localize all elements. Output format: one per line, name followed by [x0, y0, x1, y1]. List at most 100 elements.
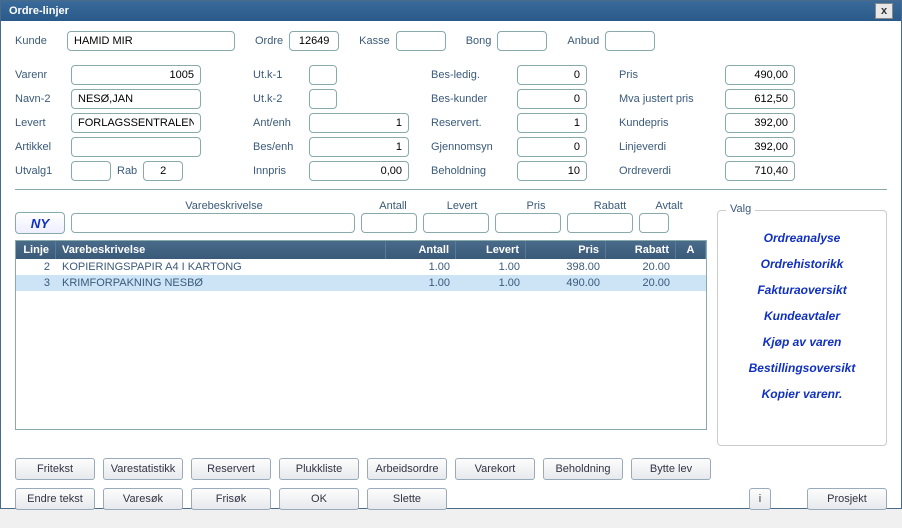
mva-label: Mva justert pris	[619, 93, 719, 105]
ordre-input[interactable]	[289, 31, 339, 51]
besenh-input[interactable]	[309, 137, 409, 157]
valg-link-kopier-varenr[interactable]: Kopier varenr.	[722, 387, 882, 401]
kasse-label: Kasse	[359, 35, 390, 47]
valg-panel: Valg Ordreanalyse Ordrehistorikk Faktura…	[717, 210, 887, 446]
varestatistikk-button[interactable]: Varestatistikk	[103, 458, 183, 480]
utk2-label: Ut.k-2	[253, 93, 303, 105]
ok-button[interactable]: OK	[279, 488, 359, 510]
bytte-lev-button[interactable]: Bytte lev	[631, 458, 711, 480]
col-levert: Levert	[427, 200, 497, 212]
gjennomsyn-label: Gjennomsyn	[431, 141, 511, 153]
gjennomsyn-input[interactable]	[517, 137, 587, 157]
valg-link-kjop-av-varen[interactable]: Kjøp av varen	[722, 335, 882, 349]
window-title: Ordre-linjer	[9, 5, 69, 17]
beholdning-input[interactable]	[517, 161, 587, 181]
utvalg1-input[interactable]	[71, 161, 111, 181]
valg-link-bestillingsoversikt[interactable]: Bestillingsoversikt	[722, 361, 882, 375]
order-lines-window: Ordre-linjer x Kunde Ordre Kasse Bong An…	[0, 0, 902, 509]
beskunder-input[interactable]	[517, 89, 587, 109]
entry-levert[interactable]	[423, 213, 489, 233]
ordreverdi-input[interactable]	[725, 161, 795, 181]
kundepris-input[interactable]	[725, 113, 795, 133]
button-rows: Fritekst Varestatistikk Reservert Plukkl…	[15, 458, 887, 510]
entry-rabatt[interactable]	[567, 213, 633, 233]
table-row[interactable]: 2 KOPIERINGSPAPIR A4 I KARTONG 1.00 1.00…	[16, 259, 706, 275]
artikkel-label: Artikkel	[15, 141, 65, 153]
antenh-label: Ant/enh	[253, 117, 303, 129]
kunde-label: Kunde	[15, 35, 61, 47]
besledig-input[interactable]	[517, 65, 587, 85]
linjeverdi-input[interactable]	[725, 137, 795, 157]
mva-input[interactable]	[725, 89, 795, 109]
entry-pris[interactable]	[495, 213, 561, 233]
ny-button[interactable]: NY	[15, 212, 65, 234]
order-lines-table[interactable]: Linje Varebeskrivelse Antall Levert Pris…	[15, 240, 707, 430]
th-pris: Pris	[526, 241, 606, 259]
separator	[15, 189, 887, 190]
navn2-label: Navn-2	[15, 93, 65, 105]
valg-link-fakturaoversikt[interactable]: Fakturaoversikt	[722, 283, 882, 297]
rab-label: Rab	[117, 165, 137, 177]
kunde-input[interactable]	[67, 31, 235, 51]
entry-avtalt[interactable]	[639, 213, 669, 233]
th-levert: Levert	[456, 241, 526, 259]
rab-input[interactable]	[143, 161, 183, 181]
reservert-input[interactable]	[517, 113, 587, 133]
table-row[interactable]: 3 KRIMFORPAKNING NESBØ 1.00 1.00 490.00 …	[16, 275, 706, 291]
besledig-label: Bes-ledig.	[431, 69, 511, 81]
frisok-button[interactable]: Frisøk	[191, 488, 271, 510]
valg-link-ordrehistorikk[interactable]: Ordrehistorikk	[722, 257, 882, 271]
utk1-label: Ut.k-1	[253, 69, 303, 81]
th-antall: Antall	[386, 241, 456, 259]
col-rabatt: Rabatt	[575, 200, 645, 212]
bong-input[interactable]	[497, 31, 547, 51]
innpris-input[interactable]	[309, 161, 409, 181]
table-header: Linje Varebeskrivelse Antall Levert Pris…	[16, 241, 706, 259]
innpris-label: Innpris	[253, 165, 303, 177]
valg-link-ordreanalyse[interactable]: Ordreanalyse	[722, 231, 882, 245]
pris-label: Pris	[619, 69, 719, 81]
slette-button[interactable]: Slette	[367, 488, 447, 510]
th-rabatt: Rabatt	[606, 241, 676, 259]
valg-link-kundeavtaler[interactable]: Kundeavtaler	[722, 309, 882, 323]
info-button[interactable]: i	[749, 488, 771, 510]
anbud-input[interactable]	[605, 31, 655, 51]
plukkliste-button[interactable]: Plukkliste	[279, 458, 359, 480]
utk1-input[interactable]	[309, 65, 337, 85]
th-linje: Linje	[16, 241, 56, 259]
varenr-input[interactable]	[71, 65, 201, 85]
endre-tekst-button[interactable]: Endre tekst	[15, 488, 95, 510]
varesok-button[interactable]: Varesøk	[103, 488, 183, 510]
col-varebeskrivelse: Varebeskrivelse	[89, 200, 359, 212]
fritekst-button[interactable]: Fritekst	[15, 458, 95, 480]
bong-label: Bong	[466, 35, 492, 47]
close-icon[interactable]: x	[875, 3, 893, 19]
levert-input[interactable]	[71, 113, 201, 133]
titlebar: Ordre-linjer x	[1, 1, 901, 21]
entry-varebeskrivelse[interactable]	[71, 213, 355, 233]
arbeidsordre-button[interactable]: Arbeidsordre	[367, 458, 447, 480]
col-antall: Antall	[363, 200, 423, 212]
kundepris-label: Kundepris	[619, 117, 719, 129]
th-a: A	[676, 241, 706, 259]
antenh-input[interactable]	[309, 113, 409, 133]
beskunder-label: Bes-kunder	[431, 93, 511, 105]
entry-antall[interactable]	[361, 213, 417, 233]
reservert-label: Reservert.	[431, 117, 511, 129]
reservert-button[interactable]: Reservert	[191, 458, 271, 480]
valg-title: Valg	[726, 203, 755, 215]
utk2-input[interactable]	[309, 89, 337, 109]
kasse-input[interactable]	[396, 31, 446, 51]
ordre-label: Ordre	[255, 35, 283, 47]
navn2-input[interactable]	[71, 89, 201, 109]
utvalg1-label: Utvalg1	[15, 165, 65, 177]
col-avtalt: Avtalt	[649, 200, 689, 212]
beholdning-button[interactable]: Beholdning	[543, 458, 623, 480]
top-row: Kunde Ordre Kasse Bong Anbud	[15, 31, 887, 51]
content: Kunde Ordre Kasse Bong Anbud Varenr Ut.k…	[1, 21, 901, 528]
prosjekt-button[interactable]: Prosjekt	[807, 488, 887, 510]
varekort-button[interactable]: Varekort	[455, 458, 535, 480]
artikkel-input[interactable]	[71, 137, 201, 157]
pris-input[interactable]	[725, 65, 795, 85]
ordreverdi-label: Ordreverdi	[619, 165, 719, 177]
